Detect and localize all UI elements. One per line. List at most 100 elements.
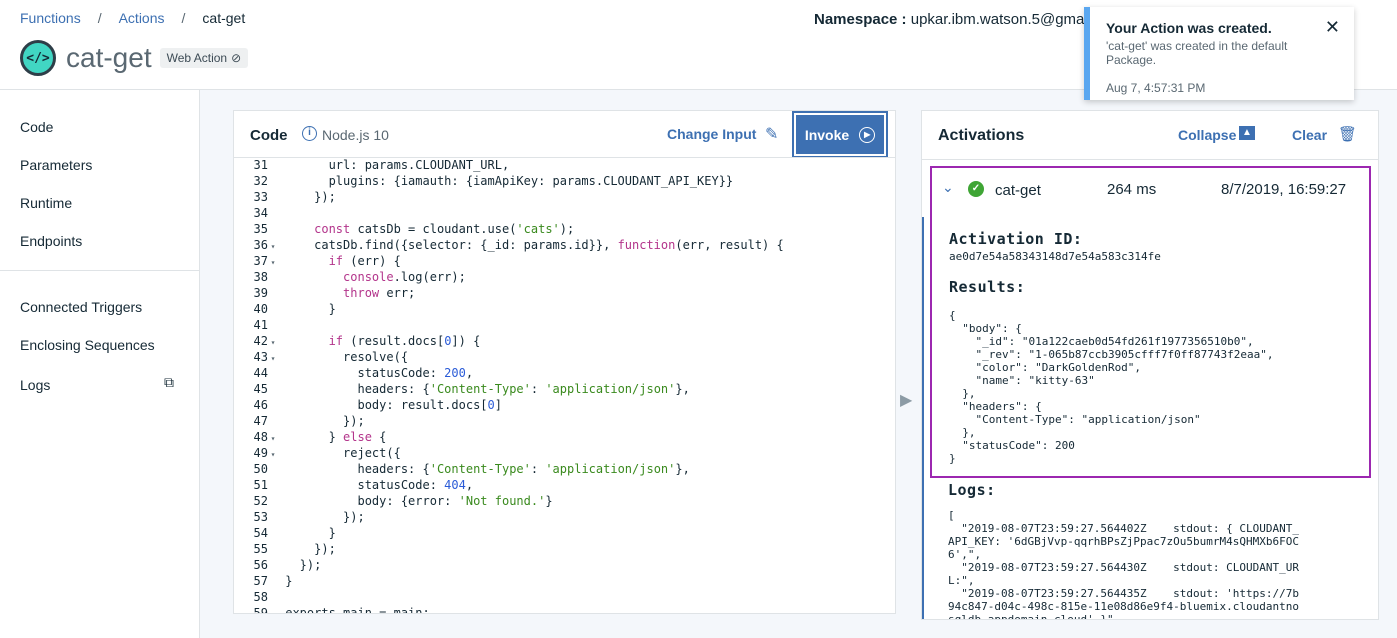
chevron-down-icon[interactable]: ⌄	[942, 179, 954, 196]
code-panel: Code i Node.js 10 Change Input ✎ Invoke …	[233, 110, 896, 614]
pencil-icon[interactable]: ✎	[765, 124, 778, 144]
line-number: 54	[253, 526, 268, 540]
line-number: 32	[253, 174, 268, 188]
code-line[interactable]: 53 });	[234, 509, 895, 525]
line-number: 47	[253, 414, 268, 428]
results-json: { "body": { "_id": "01a122caeb0d54fd261f…	[949, 309, 1274, 465]
line-number: 52	[253, 494, 268, 508]
sidebar-item-logs[interactable]: Logs	[20, 377, 50, 393]
code-line[interactable]: 37 ▾ if (err) {	[234, 253, 895, 269]
code-line[interactable]: 50 headers: {'Content-Type': 'applicatio…	[234, 461, 895, 477]
code-line[interactable]: 59 exports.main = main;	[234, 605, 895, 614]
close-icon[interactable]: ✕	[1325, 17, 1340, 38]
sidebar-item-enclosing-sequences[interactable]: Enclosing Sequences	[20, 337, 155, 353]
sidebar-item-connected-triggers[interactable]: Connected Triggers	[20, 299, 142, 315]
divider	[922, 159, 1378, 160]
line-number: 42	[253, 334, 268, 348]
line-number: 53	[253, 510, 268, 524]
code-line[interactable]: 55 });	[234, 541, 895, 557]
sidebar-item-parameters[interactable]: Parameters	[20, 157, 92, 173]
clear-button[interactable]: Clear	[1292, 127, 1327, 143]
line-number: 31	[253, 158, 268, 172]
code-line[interactable]: 33 });	[234, 189, 895, 205]
breadcrumb-functions[interactable]: Functions	[20, 10, 81, 26]
invoke-button[interactable]: Invoke ▶	[792, 111, 888, 158]
line-number: 40	[253, 302, 268, 316]
code-line[interactable]: 56 });	[234, 557, 895, 573]
code-line[interactable]: 52 body: {error: 'Not found.'}	[234, 493, 895, 509]
code-text: exports.main = main;	[278, 606, 430, 614]
code-line[interactable]: 57 }	[234, 573, 895, 589]
code-line[interactable]: 51 statusCode: 404,	[234, 477, 895, 493]
line-number: 35	[253, 222, 268, 236]
activation-id-label: Activation ID:	[949, 230, 1083, 248]
breadcrumb-actions[interactable]: Actions	[119, 10, 165, 26]
code-text: url: params.CLOUDANT_URL,	[278, 158, 510, 172]
sidebar-divider	[0, 270, 199, 271]
sidebar-item-endpoints[interactable]: Endpoints	[20, 233, 82, 249]
code-text: });	[278, 414, 365, 428]
code-line[interactable]: 42 ▾ if (result.docs[0]) {	[234, 333, 895, 349]
code-line[interactable]: 48 ▾ } else {	[234, 429, 895, 445]
code-line[interactable]: 35 const catsDb = cloudant.use('cats');	[234, 221, 895, 237]
code-line[interactable]: 44 statusCode: 200,	[234, 365, 895, 381]
sidebar: Code Parameters Runtime Endpoints Connec…	[0, 90, 200, 638]
code-line[interactable]: 31 url: params.CLOUDANT_URL,	[234, 158, 895, 173]
activation-date: 8/7/2019, 16:59:27	[1221, 181, 1347, 198]
code-text: } else {	[278, 430, 387, 444]
runtime-label: Node.js 10	[322, 127, 389, 143]
code-text: catsDb.find({selector: {_id: params.id}}…	[278, 238, 784, 252]
page-title: cat-get	[66, 42, 152, 73]
code-text: headers: {'Content-Type': 'application/j…	[278, 382, 690, 396]
code-text: statusCode: 200,	[278, 366, 474, 380]
activation-duration: 264 ms	[1107, 181, 1157, 198]
change-input-button[interactable]: Change Input	[667, 126, 756, 142]
code-text: reject({	[278, 446, 401, 460]
namespace-display: Namespace : upkar.ibm.watson.5@gma	[814, 11, 1084, 28]
breadcrumb-separator: /	[97, 10, 102, 26]
code-text: });	[278, 558, 322, 572]
globe-icon: ⊘	[231, 51, 242, 65]
code-line[interactable]: 41	[234, 317, 895, 333]
code-line[interactable]: 46 body: result.docs[0]	[234, 397, 895, 413]
code-line[interactable]: 36 ▾ catsDb.find({selector: {_id: params.…	[234, 237, 895, 253]
sidebar-item-code[interactable]: Code	[20, 119, 53, 135]
code-line[interactable]: 34	[234, 205, 895, 221]
code-text: });	[278, 542, 336, 556]
line-number: 41	[253, 318, 268, 332]
code-text: }	[278, 526, 336, 540]
play-icon: ▶	[859, 126, 876, 143]
code-text: plugins: {iamauth: {iamApiKey: params.CL…	[278, 174, 734, 188]
collapse-icon[interactable]: ▲	[1239, 126, 1255, 140]
code-line[interactable]: 38 console.log(err);	[234, 269, 895, 285]
breadcrumb: Functions / Actions / cat-get	[20, 10, 245, 26]
info-icon[interactable]: i	[302, 126, 317, 141]
code-text: });	[278, 510, 365, 524]
code-line[interactable]: 40 }	[234, 301, 895, 317]
code-line[interactable]: 43 ▾ resolve({	[234, 349, 895, 365]
code-line[interactable]: 58	[234, 589, 895, 605]
trash-icon[interactable]: 🗑	[1338, 125, 1357, 143]
code-line[interactable]: 32 plugins: {iamauth: {iamApiKey: params…	[234, 173, 895, 189]
code-line[interactable]: 39 throw err;	[234, 285, 895, 301]
collapse-button[interactable]: Collapse	[1178, 127, 1236, 143]
sidebar-item-runtime[interactable]: Runtime	[20, 195, 72, 211]
code-line[interactable]: 54 }	[234, 525, 895, 541]
code-line[interactable]: 47 });	[234, 413, 895, 429]
code-editor[interactable]: 31 url: params.CLOUDANT_URL, 32 plugins: …	[234, 157, 895, 614]
line-number: 36	[253, 238, 268, 252]
code-line[interactable]: 49 ▾ reject({	[234, 445, 895, 461]
title-row: </> cat-get Web Action ⊘	[20, 40, 249, 76]
expand-arrow-icon[interactable]: ▶	[900, 390, 912, 410]
line-number: 44	[253, 366, 268, 380]
activation-card[interactable]: ⌄ ✓ cat-get 264 ms 8/7/2019, 16:59:27 Ac…	[930, 166, 1371, 478]
external-link-icon[interactable]: ⧉	[164, 374, 174, 391]
code-line[interactable]: 45 headers: {'Content-Type': 'applicatio…	[234, 381, 895, 397]
line-number: 57	[253, 574, 268, 588]
line-number: 45	[253, 382, 268, 396]
activation-indicator-bar	[922, 217, 924, 619]
code-text: console.log(err);	[343, 270, 466, 284]
